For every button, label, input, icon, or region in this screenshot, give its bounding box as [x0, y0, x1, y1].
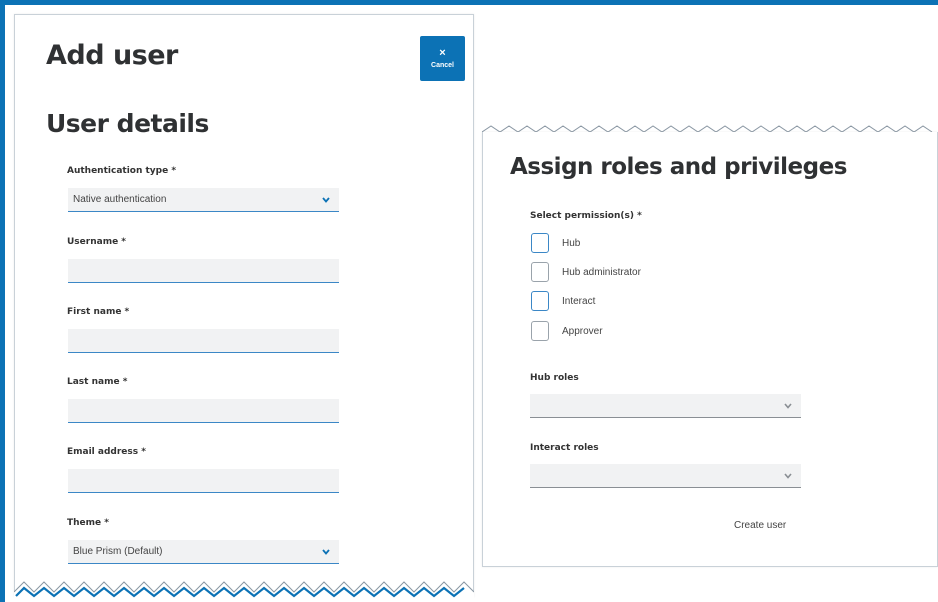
section-title-user-details: User details	[46, 109, 209, 138]
chevron-down-icon	[319, 193, 333, 207]
permission-label: Hub administrator	[562, 266, 641, 278]
permission-approver[interactable]: Approver	[531, 321, 603, 341]
permission-interact[interactable]: Interact	[531, 291, 595, 311]
assign-roles-panel: Assign roles and privileges Select permi…	[482, 132, 938, 567]
auth-type-select[interactable]: Native authentication	[68, 188, 339, 212]
auth-type-value: Native authentication	[73, 194, 167, 205]
hub-roles-label: Hub roles	[530, 373, 579, 383]
screen-frame-top	[0, 0, 938, 5]
section-title-assign-roles: Assign roles and privileges	[510, 154, 847, 180]
permissions-label: Select permission(s) *	[530, 211, 642, 221]
permission-hub[interactable]: Hub	[531, 233, 580, 253]
checkbox[interactable]	[531, 262, 549, 282]
torn-edge-bottom	[14, 581, 474, 602]
interact-roles-select[interactable]	[530, 464, 801, 488]
username-label: Username *	[67, 237, 127, 247]
checkbox[interactable]	[531, 291, 549, 311]
first-name-input[interactable]	[68, 329, 339, 353]
screen-frame-left	[0, 0, 5, 602]
checkbox[interactable]	[531, 321, 549, 341]
email-input[interactable]	[68, 469, 339, 493]
theme-select[interactable]: Blue Prism (Default)	[68, 540, 339, 564]
theme-value: Blue Prism (Default)	[73, 546, 163, 557]
hub-roles-select[interactable]	[530, 394, 801, 418]
cancel-label: Cancel	[431, 62, 454, 69]
permission-label: Approver	[562, 325, 603, 337]
theme-label: Theme *	[67, 518, 109, 528]
username-input[interactable]	[68, 259, 339, 283]
checkbox[interactable]	[531, 233, 549, 253]
close-icon: ×	[439, 47, 446, 59]
chevron-down-icon	[781, 399, 795, 413]
add-user-panel: Add user × Cancel User details Authentic…	[14, 14, 474, 597]
email-label: Email address *	[67, 447, 146, 457]
last-name-input[interactable]	[68, 399, 339, 423]
permission-label: Interact	[562, 295, 596, 307]
cancel-button[interactable]: × Cancel	[420, 36, 465, 81]
last-name-label: Last name *	[67, 377, 128, 387]
page-title: Add user	[46, 40, 178, 71]
first-name-label: First name *	[67, 307, 130, 317]
auth-type-label: Authentication type *	[67, 166, 177, 176]
chevron-down-icon	[319, 545, 333, 559]
interact-roles-label: Interact roles	[530, 443, 599, 453]
create-user-button[interactable]: Create user	[726, 516, 794, 535]
permission-label: Hub	[562, 237, 581, 249]
chevron-down-icon	[781, 469, 795, 483]
permission-hub-administrator[interactable]: Hub administrator	[531, 262, 641, 282]
